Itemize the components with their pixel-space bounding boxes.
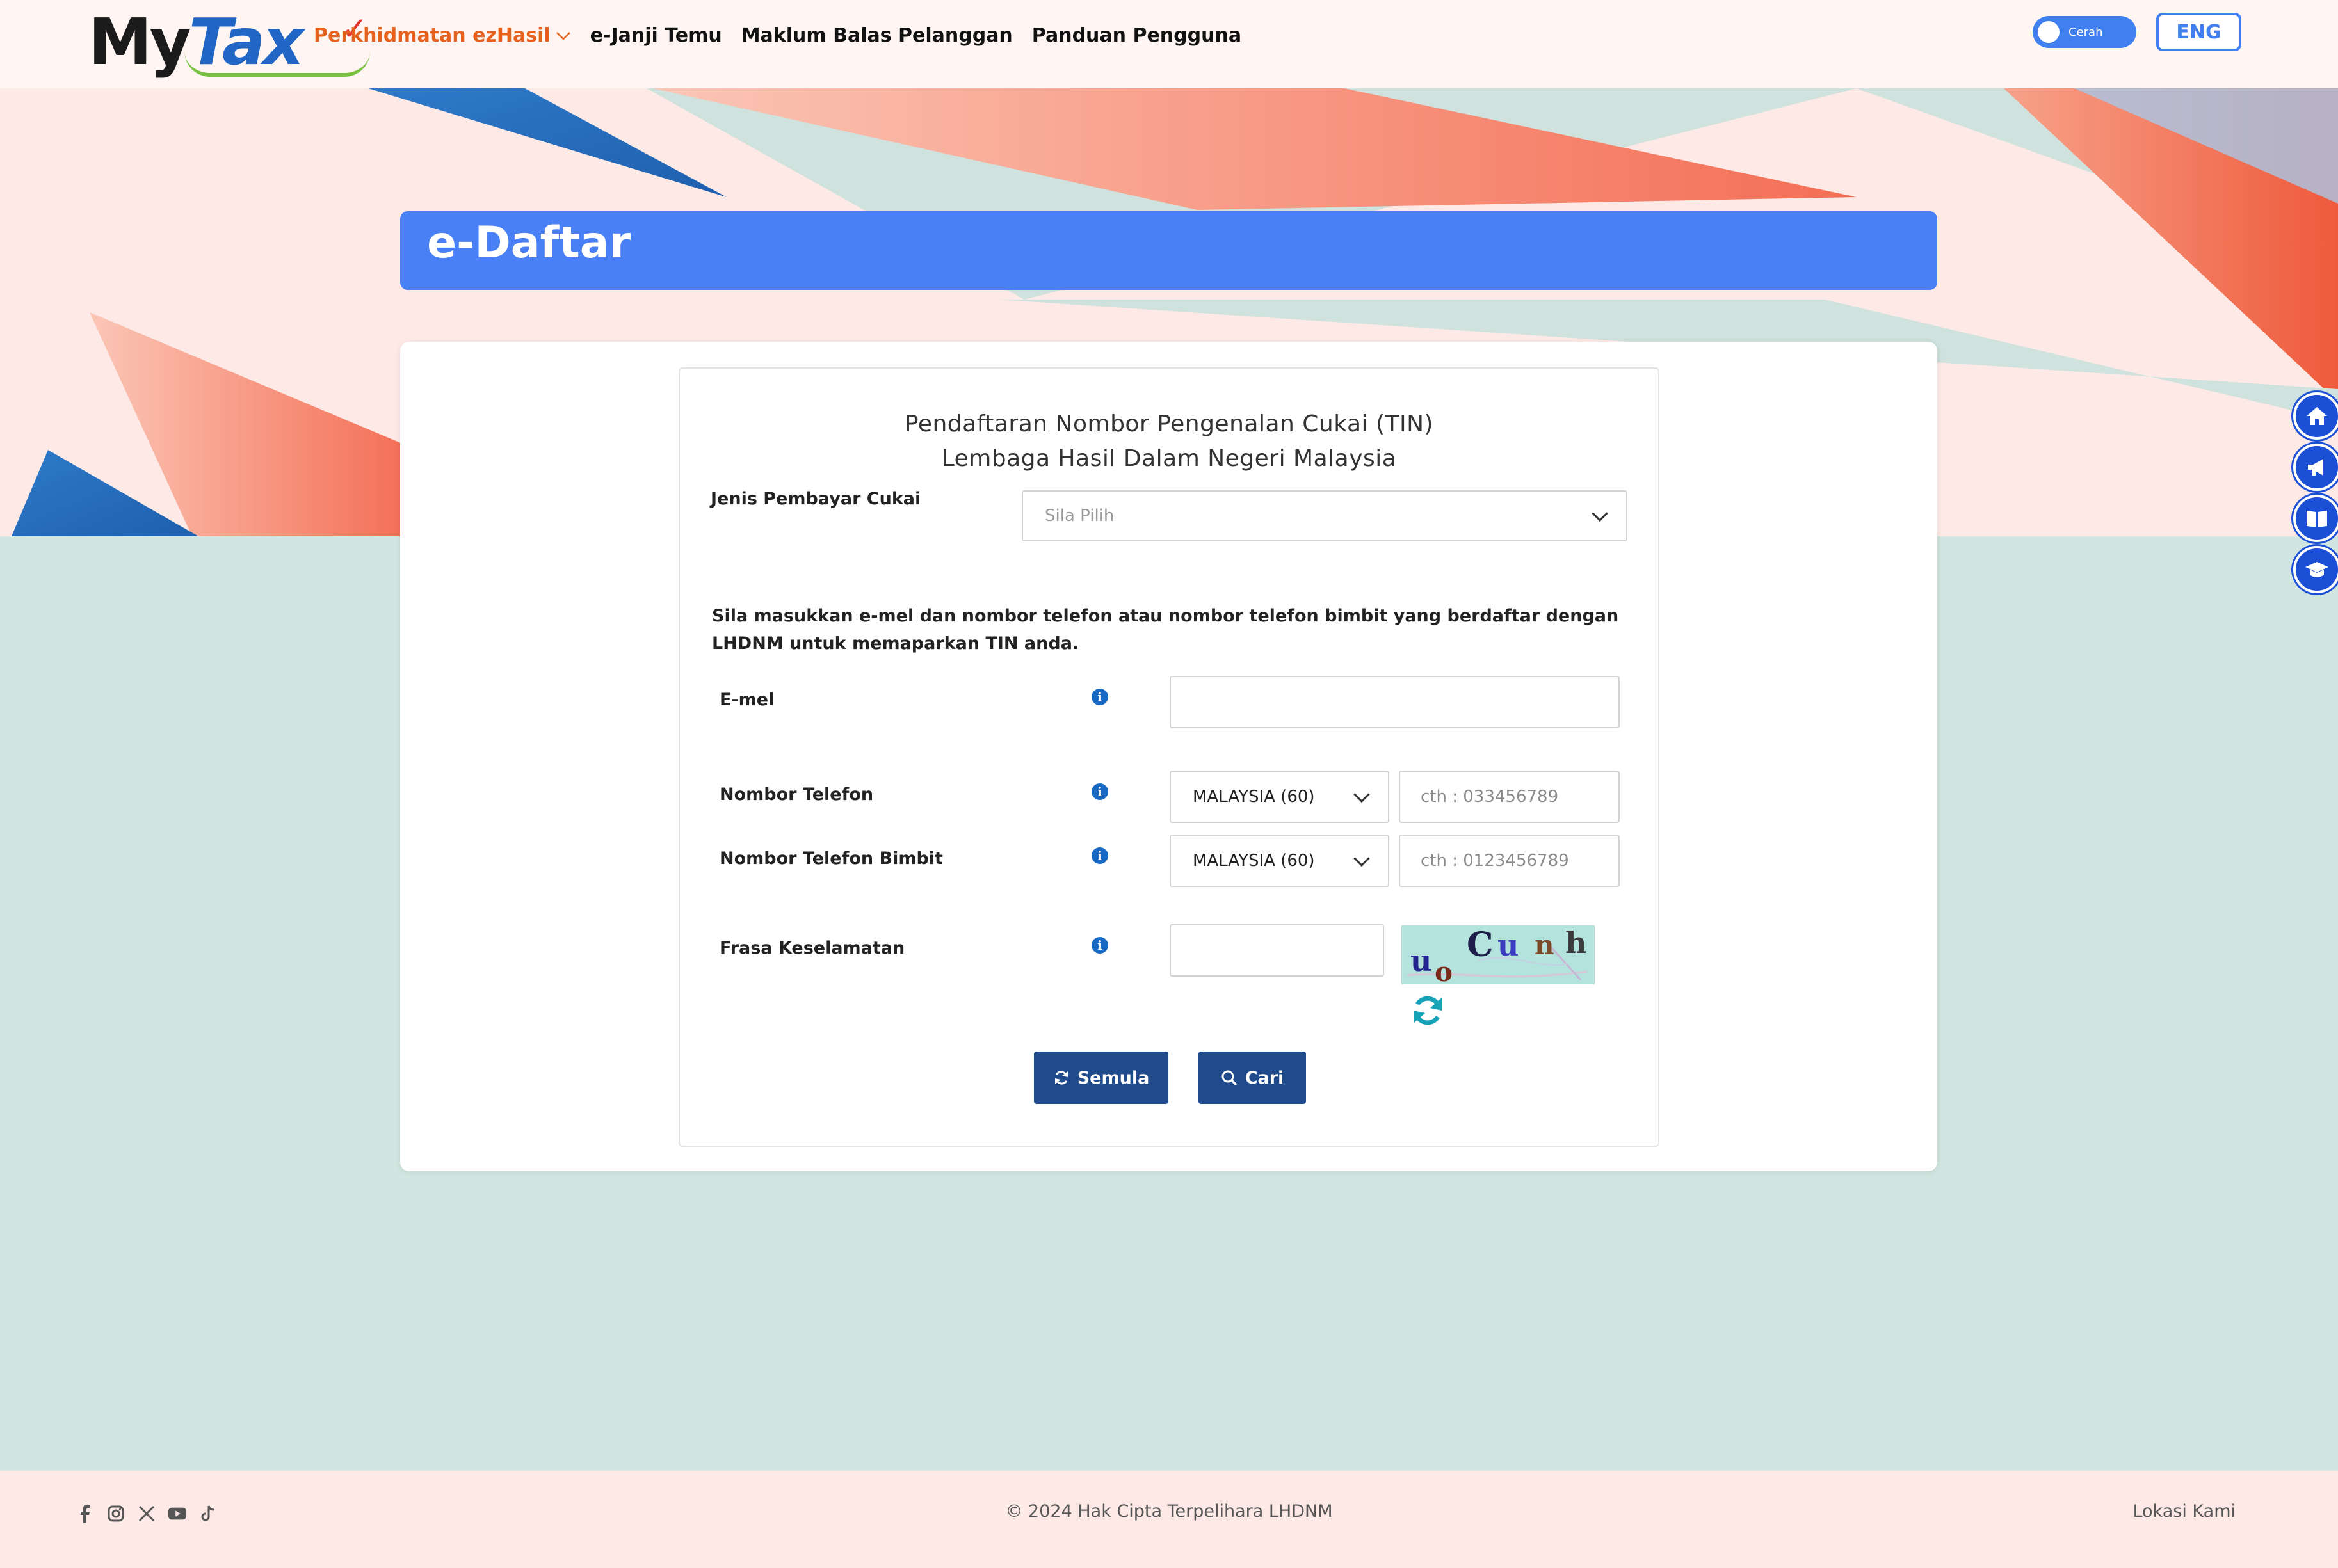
location-link[interactable]: Lokasi Kami	[2132, 1501, 2236, 1521]
search-button-label: Cari	[1245, 1068, 1284, 1088]
megaphone-icon[interactable]	[2293, 444, 2338, 491]
captcha-char: o	[1435, 956, 1453, 984]
email-label: E-mel	[720, 690, 775, 710]
captcha-input[interactable]	[1170, 924, 1384, 977]
taxpayer-type-placeholder: Sila Pilih	[1045, 506, 1115, 525]
main-nav: Perkhidmatan ezHasil e-Janji Temu Maklum…	[314, 24, 1241, 47]
nav-label: Maklum Balas Pelanggan	[741, 24, 1013, 47]
form-title-line2: Lembaga Hasil Dalam Negeri Malaysia	[941, 445, 1397, 472]
captcha-char: h	[1565, 925, 1587, 960]
phone-input[interactable]	[1399, 771, 1620, 823]
nav-e-janji-temu[interactable]: e-Janji Temu	[590, 24, 722, 47]
reset-button[interactable]: Semula	[1034, 1052, 1168, 1104]
graduation-cap-icon[interactable]	[2293, 546, 2338, 593]
theme-toggle-label: Cerah	[2068, 25, 2103, 39]
book-icon[interactable]	[2293, 495, 2338, 542]
footer: © 2024 Hak Cipta Terpelihara LHDNM Lokas…	[0, 1471, 2338, 1568]
home-icon[interactable]	[2293, 392, 2338, 440]
captcha-char: C	[1467, 925, 1494, 964]
captcha-image: u o C u n h	[1401, 925, 1595, 984]
chevron-down-icon	[556, 31, 570, 40]
phone-country-value: MALAYSIA (60)	[1193, 787, 1315, 806]
info-icon[interactable]: i	[1092, 783, 1108, 800]
reset-button-label: Semula	[1077, 1068, 1150, 1088]
info-icon[interactable]: i	[1092, 847, 1108, 864]
info-icon[interactable]: i	[1092, 689, 1108, 705]
nav-label: e-Janji Temu	[590, 24, 722, 47]
search-button[interactable]: Cari	[1198, 1052, 1306, 1104]
nav-label: Perkhidmatan ezHasil	[314, 24, 551, 47]
language-button[interactable]: ENG	[2156, 13, 2241, 51]
logo-swoosh	[184, 51, 370, 77]
email-input[interactable]	[1170, 676, 1620, 728]
taxpayer-type-select[interactable]: Sila Pilih	[1022, 490, 1627, 541]
taxpayer-type-label: Jenis Pembayar Cukai	[711, 489, 921, 509]
captcha-label: Frasa Keselamatan	[720, 938, 905, 958]
captcha-char: u	[1497, 928, 1519, 963]
nav-maklum-balas[interactable]: Maklum Balas Pelanggan	[741, 24, 1013, 47]
form-container: Pendaftaran Nombor Pengenalan Cukai (TIN…	[679, 367, 1659, 1147]
form-title: Pendaftaran Nombor Pengenalan Cukai (TIN…	[680, 407, 1658, 476]
instruction-text: Sila masukkan e-mel dan nombor telefon a…	[712, 606, 1619, 653]
captcha-char: n	[1535, 929, 1554, 961]
refresh-icon	[1054, 1071, 1068, 1085]
mobile-country-value: MALAYSIA (60)	[1193, 851, 1315, 870]
form-title-line1: Pendaftaran Nombor Pengenalan Cukai (TIN…	[904, 411, 1434, 437]
chevron-down-icon	[1353, 850, 1370, 867]
nav-perkhidmatan-ezhasil[interactable]: Perkhidmatan ezHasil	[314, 24, 571, 47]
phone-label: Nombor Telefon	[720, 785, 874, 804]
form-card: Pendaftaran Nombor Pengenalan Cukai (TIN…	[400, 342, 1937, 1171]
nav-label: Panduan Pengguna	[1031, 24, 1242, 47]
phone-country-select[interactable]: MALAYSIA (60)	[1170, 771, 1389, 823]
mobile-label: Nombor Telefon Bimbit	[720, 849, 943, 868]
chevron-down-icon	[1353, 786, 1370, 803]
nav-panduan-pengguna[interactable]: Panduan Pengguna	[1032, 24, 1241, 47]
toggle-knob	[2038, 21, 2060, 43]
copyright-text: © 2024 Hak Cipta Terpelihara LHDNM	[1005, 1501, 1333, 1521]
mobile-country-select[interactable]: MALAYSIA (60)	[1170, 835, 1389, 887]
mytax-logo[interactable]: My Tax ✓	[88, 4, 370, 79]
search-icon	[1221, 1070, 1237, 1086]
chevron-down-icon	[1592, 505, 1608, 522]
theme-toggle[interactable]: Cerah	[2033, 16, 2136, 48]
logo-text-my: My	[88, 4, 191, 79]
refresh-captcha-icon[interactable]	[1410, 993, 1446, 1028]
captcha-char: u	[1410, 943, 1432, 978]
page-title: e-Daftar	[400, 211, 1937, 290]
mobile-input[interactable]	[1399, 835, 1620, 887]
top-header: My Tax ✓ Perkhidmatan ezHasil e-Janji Tem…	[0, 0, 2338, 88]
info-icon[interactable]: i	[1092, 937, 1108, 954]
